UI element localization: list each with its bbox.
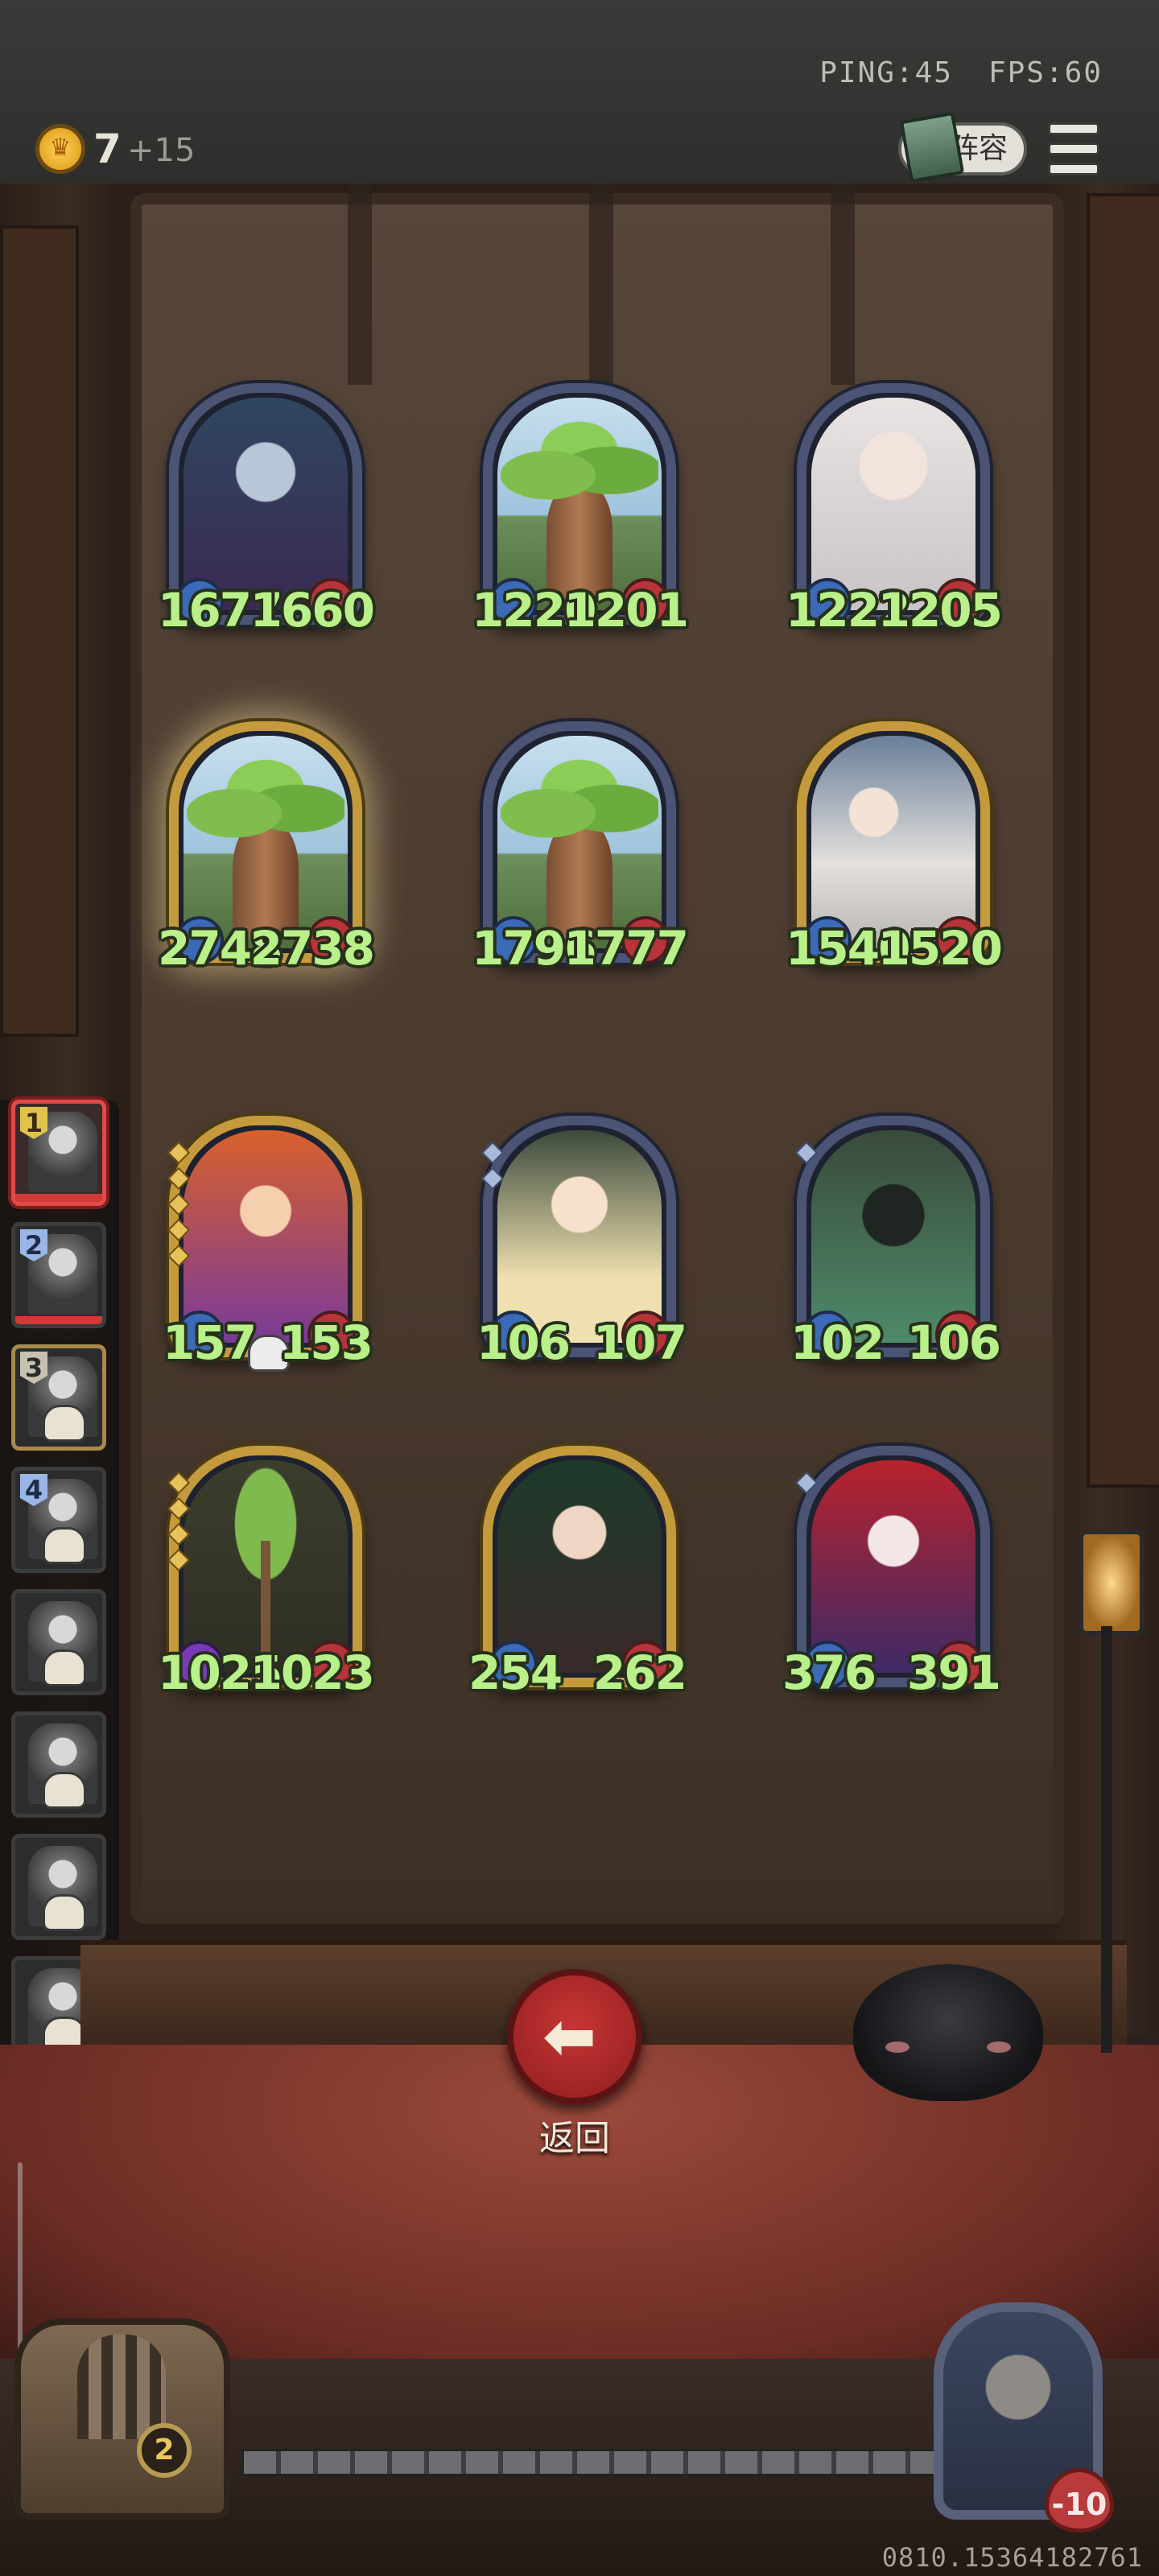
skull-icon: [43, 1405, 86, 1442]
opponent-slot[interactable]: 4: [11, 1467, 106, 1573]
bookshelf-right: [1087, 193, 1159, 1488]
opponent-slot[interactable]: 1: [11, 1100, 106, 1206]
unit-health: 1777: [563, 921, 689, 976]
board-arches: [130, 184, 1064, 385]
opponent-slot[interactable]: 2: [11, 1222, 106, 1328]
skull-icon: [43, 1649, 86, 1686]
lamp-icon: [1079, 1530, 1145, 1636]
unit-card[interactable]: 1220 1201: [472, 383, 689, 638]
gold-income: +15: [127, 132, 196, 169]
opponent-slot[interactable]: [11, 1589, 106, 1695]
gold-coin-icon: ♛: [35, 124, 85, 174]
unit-health: 1520: [877, 921, 1003, 976]
ping-label: PING:45: [819, 56, 953, 89]
tier-pips-icon: [794, 1141, 819, 1170]
unit-card[interactable]: 1025 1023: [158, 1446, 375, 1700]
session-id: 0810.15364182761: [881, 2542, 1143, 2573]
unit-card[interactable]: 1540 1520: [786, 721, 1003, 976]
health-bar: [15, 1194, 102, 1202]
unit-health: 262: [592, 1645, 687, 1700]
unit-attack: 157: [163, 1315, 257, 1370]
unit-health: 2738: [250, 921, 375, 976]
unit-card[interactable]: 254 262: [468, 1446, 687, 1700]
unit-portrait: [811, 1130, 975, 1343]
unit-portrait: [184, 1460, 348, 1673]
unit-portrait: [497, 398, 662, 610]
unit-portrait: [184, 1130, 348, 1343]
unit-health: 1660: [250, 583, 375, 638]
fps-label: FPS:60: [988, 56, 1103, 89]
menu-icon[interactable]: [1048, 122, 1099, 175]
unit-card[interactable]: 102 106: [790, 1116, 1001, 1370]
unit-health: 1201: [563, 583, 689, 638]
skull-icon: [43, 1527, 86, 1564]
tier-pips-icon: [481, 1141, 505, 1196]
unit-card[interactable]: 1796 1777: [472, 721, 689, 976]
skull-icon: [43, 1772, 86, 1809]
unit-attack: 106: [476, 1315, 571, 1370]
unit-health: 106: [906, 1315, 1001, 1370]
unit-portrait: [497, 736, 662, 948]
tier-pips-icon: [794, 1471, 819, 1501]
opponent-slot[interactable]: [11, 1711, 106, 1818]
rail-track: [241, 2449, 938, 2476]
slime-mascot: [853, 1964, 1043, 2101]
skull-icon: [43, 1894, 86, 1931]
unit-health: 153: [278, 1315, 373, 1370]
unit-card[interactable]: 1222 1205: [786, 383, 1003, 638]
lamp-pole: [1101, 1626, 1112, 2053]
cage-count: 2: [137, 2423, 192, 2478]
unit-card[interactable]: 157 153: [163, 1116, 373, 1372]
tier-pips-icon: [167, 1471, 191, 1578]
unit-health: 107: [592, 1315, 687, 1370]
back-button[interactable]: ⬅: [507, 1969, 642, 2104]
unit-attack: 102: [790, 1315, 885, 1370]
cage-bars: [77, 2334, 166, 2439]
opponent-slot[interactable]: 3: [11, 1344, 106, 1451]
health-bar: [15, 1316, 102, 1324]
unit-portrait: [811, 398, 975, 610]
network-stats: PING:45 FPS:60: [819, 56, 1103, 89]
unit-card[interactable]: 376 391: [782, 1446, 1001, 1700]
unit-card[interactable]: 2748 2738: [158, 721, 375, 976]
unit-card[interactable]: 1677 1660: [158, 383, 375, 638]
back-label: 返回: [539, 2118, 610, 2159]
unit-portrait: [184, 398, 348, 610]
unit-attack: 376: [782, 1645, 876, 1700]
opponent-slot[interactable]: [11, 1834, 106, 1940]
unit-portrait: [811, 736, 975, 948]
unit-portrait: [497, 1130, 662, 1343]
unit-attack: 254: [468, 1645, 563, 1700]
book-icon: [899, 111, 965, 184]
top-bar: PING:45 FPS:60 ♛ 7 +15 阵容: [0, 0, 1159, 188]
unit-portrait: [811, 1460, 975, 1673]
bookshelf-left: [0, 225, 79, 1037]
gold-amount: 7: [93, 126, 122, 172]
unit-health: 391: [906, 1645, 1001, 1700]
unit-health: 1023: [250, 1645, 375, 1700]
unit-health: 1205: [877, 583, 1003, 638]
scroll-indicator: [18, 2162, 23, 2363]
arrow-left-icon: ⬅: [542, 1999, 597, 2074]
unit-portrait: [184, 736, 348, 948]
unit-card[interactable]: 106 107: [476, 1116, 687, 1370]
unit-portrait: [497, 1460, 662, 1673]
tier-pips-icon: [167, 1141, 191, 1274]
